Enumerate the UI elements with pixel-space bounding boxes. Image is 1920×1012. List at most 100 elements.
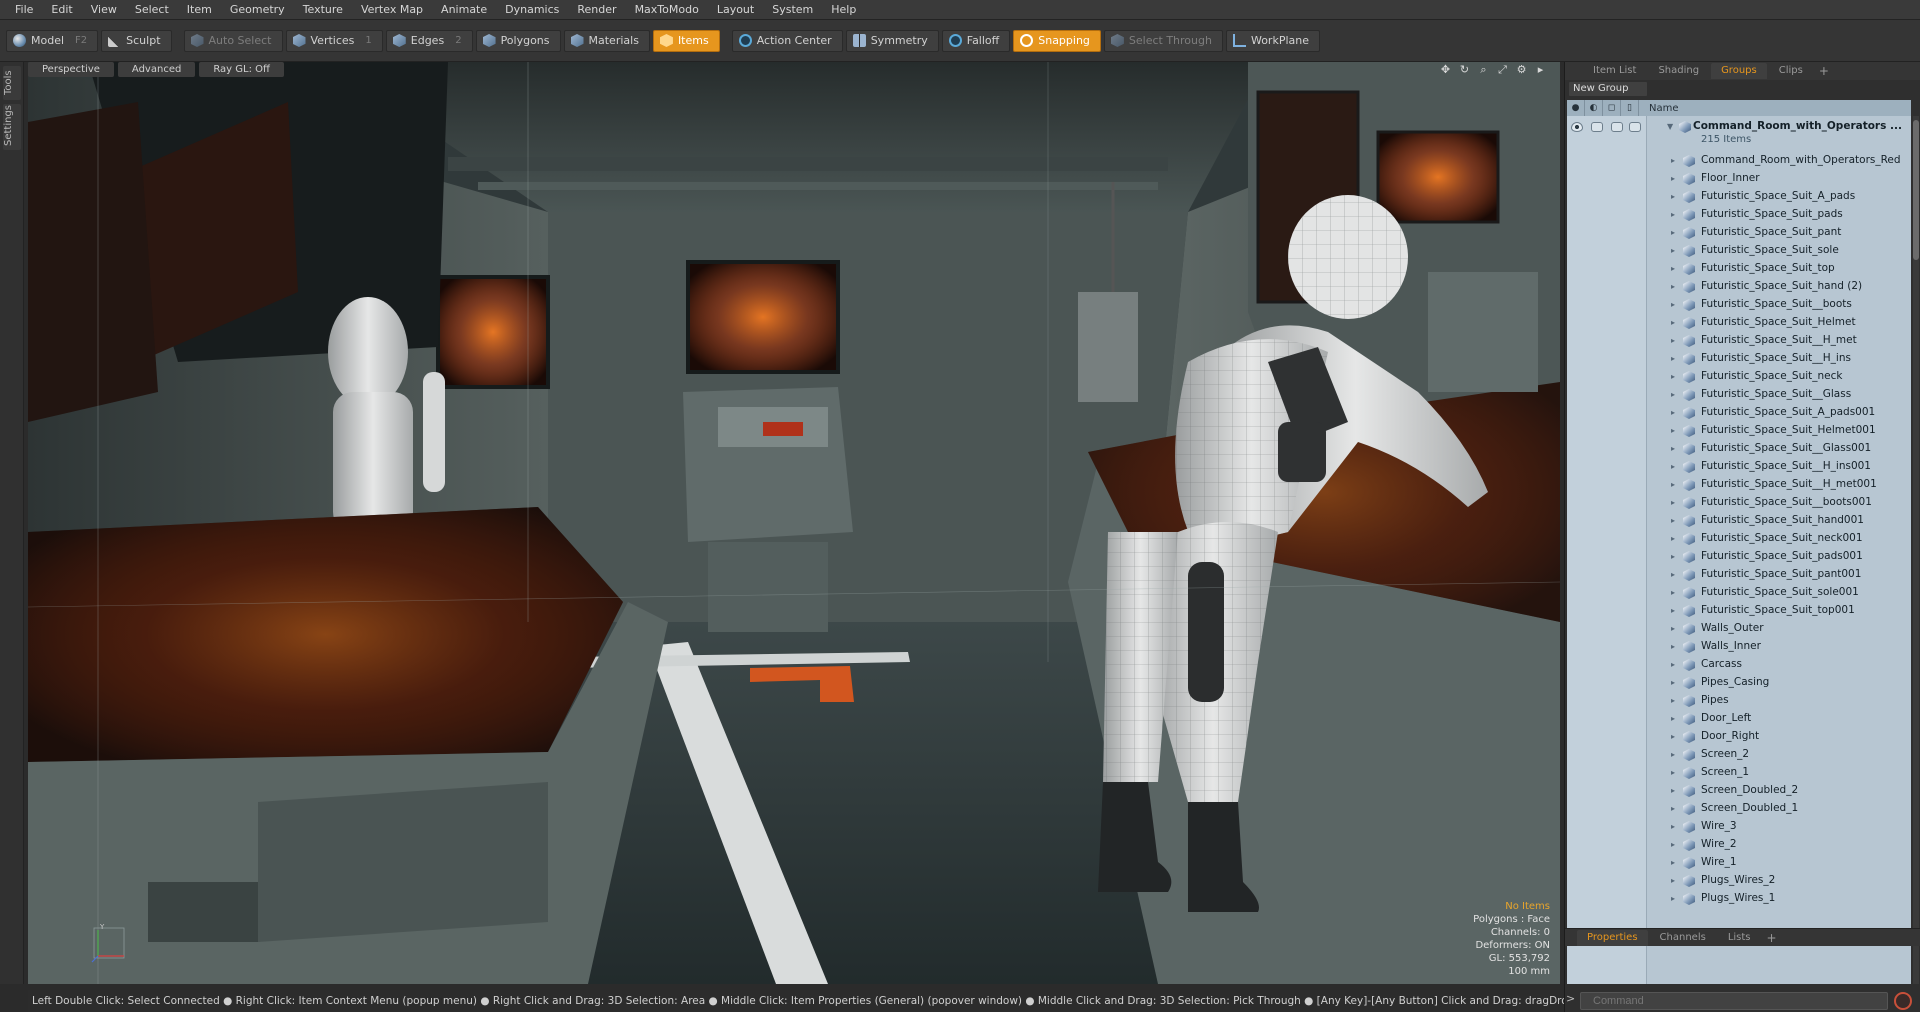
tree-item-row[interactable]: ▸ Wire_1: [1567, 854, 1911, 872]
chevron-right-icon[interactable]: ▸: [1671, 678, 1679, 688]
tree-item-row[interactable]: ▸ Futuristic_Space_Suit_top001: [1567, 602, 1911, 620]
chevron-right-icon[interactable]: ▸: [1671, 282, 1679, 292]
gear-icon[interactable]: ⚙: [1516, 64, 1527, 75]
ray-gl-tab[interactable]: Ray GL: Off: [199, 62, 284, 77]
chevron-right-icon[interactable]: ▸: [1671, 444, 1679, 454]
sculpt-button[interactable]: Sculpt: [101, 29, 172, 52]
tree-item-row[interactable]: ▸ Futuristic_Space_Suit__H_ins001: [1567, 458, 1911, 476]
tree-item-row[interactable]: ▸ Walls_Outer: [1567, 620, 1911, 638]
tree-item-row[interactable]: ▸ Wire_2: [1567, 836, 1911, 854]
chevron-right-icon[interactable]: ▸: [1671, 624, 1679, 634]
tree-item-row[interactable]: ▸ Futuristic_Space_Suit_pant: [1567, 224, 1911, 242]
tree-item-row[interactable]: ▸ Futuristic_Space_Suit_top: [1567, 260, 1911, 278]
materials-button[interactable]: Materials: [563, 29, 650, 52]
name-column-header[interactable]: Name: [1639, 103, 1679, 114]
polygons-button[interactable]: Polygons: [475, 29, 561, 52]
tab-groups[interactable]: Groups: [1711, 63, 1767, 79]
tree-item-row[interactable]: ▸ Futuristic_Space_Suit_pads001: [1567, 548, 1911, 566]
auto-select-button[interactable]: Auto Select: [183, 29, 283, 52]
tree-item-row[interactable]: ▸ Futuristic_Space_Suit_neck: [1567, 368, 1911, 386]
chevron-right-icon[interactable]: ▸: [1671, 426, 1679, 436]
chevron-right-icon[interactable]: ▸: [1671, 210, 1679, 220]
3d-viewport[interactable]: Perspective Advanced Ray GL: Off ✥ ↻ ⌕ ⤢…: [28, 62, 1560, 984]
settings-tab[interactable]: Settings: [3, 104, 21, 150]
falloff-button[interactable]: Falloff: [941, 29, 1011, 52]
tree-item-row[interactable]: ▸ Futuristic_Space_Suit__boots: [1567, 296, 1911, 314]
render-column-icon[interactable]: ◐: [1585, 100, 1603, 116]
tree-item-row[interactable]: ▸ Plugs_Wires_2: [1567, 872, 1911, 890]
add-tab-icon[interactable]: +: [1815, 64, 1833, 78]
menu-vertex-map[interactable]: Vertex Map: [352, 0, 432, 20]
menu-help[interactable]: Help: [822, 0, 865, 20]
menu-texture[interactable]: Texture: [294, 0, 352, 20]
tree-item-row[interactable]: ▸ Futuristic_Space_Suit_hand001: [1567, 512, 1911, 530]
advanced-tab[interactable]: Advanced: [117, 62, 196, 77]
tree-item-row[interactable]: ▸ Door_Left: [1567, 710, 1911, 728]
symmetry-button[interactable]: Symmetry: [845, 29, 939, 52]
tree-item-row[interactable]: ▸ Futuristic_Space_Suit__H_met001: [1567, 476, 1911, 494]
chevron-right-icon[interactable]: ▸: [1671, 588, 1679, 598]
chevron-right-icon[interactable]: ▸: [1671, 570, 1679, 580]
menu-file[interactable]: File: [6, 0, 42, 20]
tree-scrollbar[interactable]: [1913, 116, 1919, 984]
command-input[interactable]: [1580, 992, 1888, 1010]
chevron-down-icon[interactable]: ▼: [1667, 122, 1675, 132]
menu-dynamics[interactable]: Dynamics: [496, 0, 568, 20]
chevron-right-icon[interactable]: ▸: [1671, 192, 1679, 202]
tree-item-row[interactable]: ▸ Futuristic_Space_Suit__H_met: [1567, 332, 1911, 350]
tree-item-row[interactable]: ▸ Plugs_Wires_1: [1567, 890, 1911, 908]
menu-layout[interactable]: Layout: [708, 0, 763, 20]
chevron-right-icon[interactable]: ▸: [1671, 552, 1679, 562]
tab-channels[interactable]: Channels: [1650, 930, 1716, 946]
tree-item-row[interactable]: ▸ Futuristic_Space_Suit_Helmet: [1567, 314, 1911, 332]
chevron-right-icon[interactable]: ▸: [1671, 480, 1679, 490]
menu-animate[interactable]: Animate: [432, 0, 496, 20]
workplane-button[interactable]: WorkPlane: [1225, 29, 1320, 52]
chevron-right-icon[interactable]: ▸: [1671, 354, 1679, 364]
chevron-right-icon[interactable]: ▸: [1671, 894, 1679, 904]
tree-item-row[interactable]: ▸ Futuristic_Space_Suit_A_pads001: [1567, 404, 1911, 422]
chevron-right-icon[interactable]: ▸: [1671, 156, 1679, 166]
perspective-tab[interactable]: Perspective: [28, 62, 114, 77]
chevron-right-icon[interactable]: ▸: [1671, 840, 1679, 850]
chevron-right-icon[interactable]: ▸: [1671, 786, 1679, 796]
tree-item-row[interactable]: ▸ Futuristic_Space_Suit_pads: [1567, 206, 1911, 224]
tree-item-row[interactable]: ▸ Screen_Doubled_1: [1567, 800, 1911, 818]
chevron-right-icon[interactable]: ▸: [1671, 660, 1679, 670]
chevron-right-icon[interactable]: ▸: [1671, 336, 1679, 346]
tree-item-row[interactable]: ▸ Wire_3: [1567, 818, 1911, 836]
tree-item-row[interactable]: ▸ Pipes_Casing: [1567, 674, 1911, 692]
move-view-icon[interactable]: ✥: [1440, 64, 1451, 75]
tree-item-row[interactable]: ▸ Walls_Inner: [1567, 638, 1911, 656]
tree-item-row[interactable]: ▸ Command_Room_with_Operators_Red: [1567, 152, 1911, 170]
tab-properties[interactable]: Properties: [1577, 929, 1648, 946]
tree-item-row[interactable]: ▸ Futuristic_Space_Suit__Glass: [1567, 386, 1911, 404]
tree-item-row[interactable]: ▸ Screen_Doubled_2: [1567, 782, 1911, 800]
edges-button[interactable]: Edges 2: [385, 29, 473, 52]
menu-view[interactable]: View: [82, 0, 126, 20]
chevron-right-icon[interactable]: ▸: [1671, 750, 1679, 760]
chevron-right-icon[interactable]: ▸: [1671, 462, 1679, 472]
scrollbar-thumb[interactable]: [1913, 120, 1919, 260]
tools-tab[interactable]: Tools: [3, 66, 21, 100]
action-center-button[interactable]: Action Center: [731, 29, 843, 52]
render-toggle-icon[interactable]: [1591, 122, 1603, 132]
chevron-right-icon[interactable]: ▸: [1671, 408, 1679, 418]
menu-edit[interactable]: Edit: [42, 0, 81, 20]
lock-column-icon[interactable]: ◻: [1603, 100, 1621, 116]
tree-item-row[interactable]: ▸ Futuristic_Space_Suit_Helmet001: [1567, 422, 1911, 440]
add-bottom-tab-icon[interactable]: +: [1763, 931, 1781, 945]
rotate-view-icon[interactable]: ↻: [1459, 64, 1470, 75]
chevron-right-icon[interactable]: ▸: [1671, 516, 1679, 526]
chevron-right-icon[interactable]: ▸: [1671, 498, 1679, 508]
menu-item[interactable]: Item: [178, 0, 221, 20]
items-button[interactable]: Items: [652, 29, 720, 52]
menu-maxtomodo[interactable]: MaxToModo: [626, 0, 708, 20]
menu-select[interactable]: Select: [126, 0, 178, 20]
chevron-right-icon[interactable]: ▸: [1671, 768, 1679, 778]
chevron-right-icon[interactable]: ▸: [1535, 64, 1546, 75]
tree-item-row[interactable]: ▸ Futuristic_Space_Suit__boots001: [1567, 494, 1911, 512]
model-button[interactable]: Model F2: [6, 29, 99, 52]
chevron-right-icon[interactable]: ▸: [1671, 534, 1679, 544]
chevron-right-icon[interactable]: ▸: [1671, 642, 1679, 652]
